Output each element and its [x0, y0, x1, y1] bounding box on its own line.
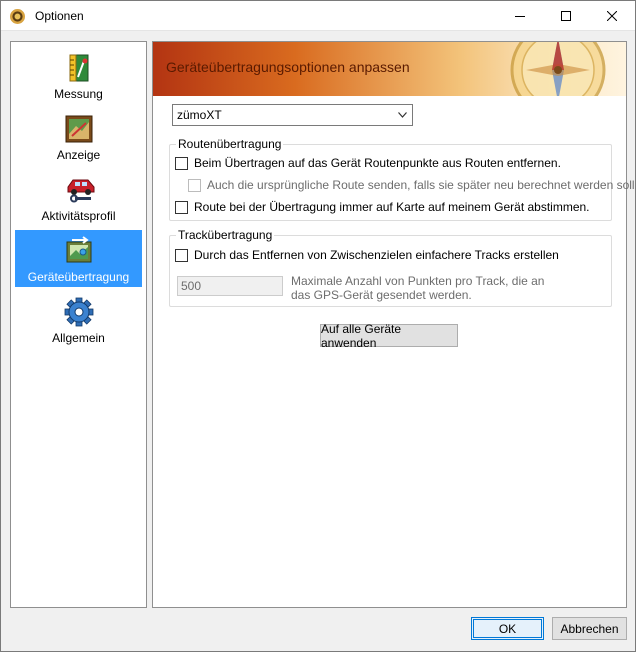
- sidebar-item-anzeige[interactable]: Anzeige: [15, 108, 142, 165]
- settings-panel: Geräteübertragungsoptionen anpassen zümo…: [152, 41, 636, 608]
- chevron-down-icon: [398, 112, 407, 118]
- maximize-button[interactable]: [543, 1, 589, 31]
- hint-line: das GPS-Gerät gesendet werden.: [291, 288, 472, 302]
- max-track-points-input[interactable]: 500: [177, 276, 283, 296]
- checkbox-label: Durch das Entfernen von Zwischenzielen e…: [194, 248, 559, 262]
- gear-icon: [64, 297, 94, 327]
- maximize-icon: [561, 11, 571, 21]
- panel-title: Geräteübertragungsoptionen anpassen: [166, 59, 410, 75]
- cancel-button[interactable]: Abbrechen: [552, 617, 627, 640]
- sidebar-item-label: Aktivitätsprofil: [41, 209, 116, 223]
- sidebar-item-geraeteuebertragung[interactable]: Geräteübertragung: [15, 230, 142, 287]
- sidebar-item-label: Anzeige: [56, 148, 101, 162]
- track-transfer-legend: Trackübertragung: [178, 228, 273, 242]
- sidebar-item-label: Allgemein: [52, 331, 105, 345]
- map-display-icon: [64, 114, 94, 144]
- close-icon: [607, 11, 617, 21]
- device-transfer-icon: [64, 236, 94, 266]
- checkbox-box[interactable]: [175, 156, 188, 170]
- minimize-icon: [515, 16, 525, 17]
- sidebar-item-label: Messung: [54, 87, 103, 101]
- title-bar[interactable]: Optionen: [1, 1, 635, 31]
- car-profile-icon: [64, 175, 94, 205]
- category-sidebar: Messung Anzeige Aktivitätsprofil Geräteü…: [10, 41, 147, 608]
- checkbox-label: Beim Übertragen auf das Gerät Routenpunk…: [194, 156, 561, 170]
- device-select-value: zümoXT: [177, 108, 222, 122]
- minimize-button[interactable]: [497, 1, 543, 31]
- ok-button[interactable]: OK: [471, 617, 544, 640]
- checkbox-box[interactable]: [175, 200, 188, 214]
- checkbox-label: Auch die ursprüngliche Route senden, fal…: [207, 178, 636, 192]
- hint-line: Maximale Anzahl von Punkten pro Track, d…: [291, 274, 545, 288]
- checkbox-label: Route bei der Übertragung immer auf Kart…: [194, 200, 590, 214]
- window-title: Optionen: [35, 9, 84, 23]
- sidebar-item-messung[interactable]: Messung: [15, 47, 142, 104]
- measure-ruler-icon: [64, 53, 94, 83]
- device-select[interactable]: zümoXT: [172, 104, 413, 126]
- sidebar-item-allgemein[interactable]: Allgemein: [15, 291, 142, 348]
- options-dialog: Optionen Messung Anzeige Aktivitätsprofi…: [0, 0, 636, 652]
- checkbox-box[interactable]: [175, 248, 188, 262]
- compass-icon: [510, 42, 606, 96]
- app-globe-icon: [10, 9, 25, 24]
- max-track-points-hint: Maximale Anzahl von Punkten pro Track, d…: [291, 274, 591, 302]
- checkbox-box[interactable]: [188, 178, 201, 192]
- panel-header-banner: Geräteübertragungsoptionen anpassen: [153, 42, 626, 96]
- apply-all-devices-button[interactable]: Auf alle Geräte anwenden: [320, 322, 458, 350]
- sidebar-item-label: Geräteübertragung: [27, 270, 130, 284]
- route-transfer-legend: Routenübertragung: [178, 137, 282, 151]
- remove-waypoints-checkbox[interactable]: Beim Übertragen auf das Gerät Routenpunk…: [175, 156, 561, 170]
- simplify-tracks-checkbox[interactable]: Durch das Entfernen von Zwischenzielen e…: [175, 248, 559, 262]
- close-button[interactable]: [589, 1, 635, 31]
- send-original-route-checkbox[interactable]: Auch die ursprüngliche Route senden, fal…: [188, 178, 636, 192]
- sidebar-item-aktivitaetsprofil[interactable]: Aktivitätsprofil: [15, 169, 142, 226]
- match-route-to-map-checkbox[interactable]: Route bei der Übertragung immer auf Kart…: [175, 200, 590, 214]
